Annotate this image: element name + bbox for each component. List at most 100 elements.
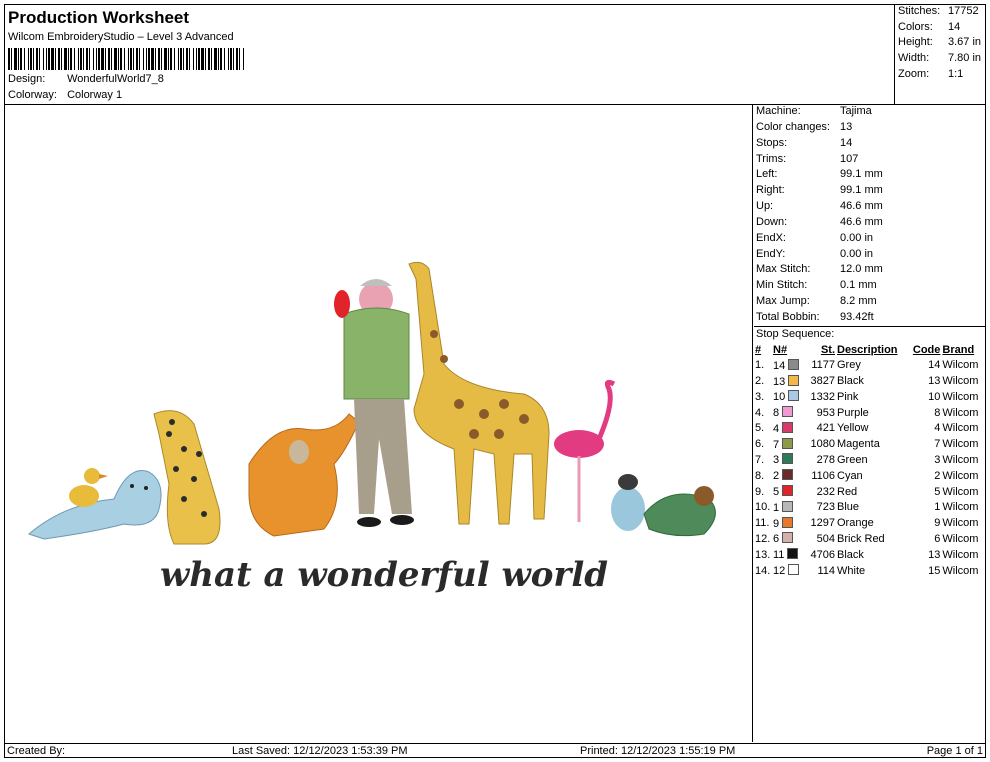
stat-label: Stitches: [898,5,941,17]
row-index: 14. [755,564,771,577]
properties-panel: Machine: Tajima Color changes: 13 Stops: 14… [754,104,986,578]
row-needle: 9 [772,515,804,531]
needle-number: 10 [773,391,786,404]
design-preview: what a wonderful world [4,104,753,742]
stat-row: Stitches: 17752 [895,4,986,20]
row-description: Magenta [837,438,880,451]
barcode-bar [230,48,232,70]
property-label: Max Stitch: [756,263,811,276]
barcode-bar [148,48,150,70]
row-needle: 4 [772,421,804,437]
row-stitches: 232 [816,485,835,498]
row-brand: Wilcom [942,422,979,435]
barcode-bar [98,48,100,70]
barcode-bar [218,48,219,70]
colorway-value: Colorway 1 [67,89,123,101]
table-row: 7. 3 278 Green 3 Wilcom [754,452,985,468]
row-description: Black [837,375,864,387]
barcode-bar [51,48,54,70]
color-swatch [782,485,794,497]
col-index: # [755,343,762,356]
color-swatch [788,564,800,576]
row-code: 10 [928,390,941,403]
color-swatch [782,406,794,418]
row-stitches: 3827 [810,375,835,387]
barcode-bar [180,48,182,70]
property-value: 46.6 mm [840,200,883,213]
row-needle: 10 [772,389,804,405]
row-code: 1 [934,501,941,514]
row-stitches: 1106 [811,469,835,482]
barcode-bar [33,48,34,70]
orangutan-illustration [248,413,360,537]
barcode-bar [136,48,138,70]
row-brand: Wilcom [942,390,979,403]
barcode-bar [178,48,179,70]
barcode-bar [239,48,240,70]
barcode-bar [24,48,25,70]
turtle-illustration [643,486,716,537]
color-swatch [782,516,794,528]
barcode-bar [183,48,184,70]
color-swatch [788,374,800,386]
barcode-bar [8,48,10,70]
row-stitches: 504 [816,532,835,545]
property-value: 8.2 mm [840,295,877,308]
barcode-bar [208,48,210,70]
man-illustration [343,279,414,527]
row-stitches: 953 [816,406,835,419]
needle-number: 5 [773,486,780,499]
property-row: Right: 99.1 mm [754,183,986,199]
needle-number: 14 [773,359,786,372]
property-row: Down: 46.6 mm [754,215,986,231]
needle-number: 2 [773,470,780,483]
parrot-illustration [334,290,350,318]
property-label: EndY: [756,247,786,260]
property-row: Machine: Tajima [754,104,986,120]
stat-label: Width: [898,52,930,65]
barcode-bar [68,48,69,70]
row-code: 4 [934,422,941,435]
table-row: 5. 4 421 Yellow 4 Wilcom [754,421,985,437]
barcode-image [8,48,244,70]
giraffe-illustration [408,261,550,525]
printed-date: Printed: 12/12/2023 1:55:19 PM [580,745,736,757]
property-row: Stops: 14 [754,136,986,152]
table-row: 10. 1 723 Blue 1 Wilcom [754,499,985,515]
row-code: 9 [934,517,941,530]
barcode-bar [83,48,84,70]
barcode-bar [93,48,94,70]
property-label: Down: [756,215,788,228]
property-row: Max Stitch: 12.0 mm [754,262,986,278]
barcode-bar [198,48,200,70]
col-description: Description [837,343,898,356]
property-label: Up: [756,200,774,213]
stat-label: Zoom: [898,67,930,80]
stat-row: Colors: 14 [895,20,986,36]
color-swatch [782,421,794,433]
row-stitches: 1297 [810,517,835,530]
property-label: Trims: [756,152,787,165]
row-index: 4. [755,406,765,419]
stat-row: Width: 7.80 in [895,51,986,67]
row-brand: Wilcom [942,375,979,387]
property-label: Machine: [756,105,801,117]
page-number: Page 1 of 1 [926,745,983,757]
color-swatch [782,437,794,449]
row-description: Brick Red [837,532,885,545]
table-row: 4. 8 953 Purple 8 Wilcom [754,405,985,421]
row-stitches: 1332 [810,390,835,403]
property-value: 12.0 mm [840,263,883,276]
stat-value: 14 [948,20,961,33]
row-brand: Wilcom [942,485,979,498]
row-brand: Wilcom [942,532,979,545]
flamingo-illustration [554,379,616,522]
barcode-bar [64,48,67,70]
row-index: 11. [755,517,770,530]
row-brand: Wilcom [942,359,979,372]
table-row: 2. 13 3827 Black 13 Wilcom [754,373,985,389]
row-brand: Wilcom [942,438,979,451]
worksheet-header: Production Worksheet Wilcom EmbroiderySt… [4,4,895,104]
properties-list: Machine: Tajima Color changes: 13 Stops: 14… [754,104,986,326]
row-brand: Wilcom [942,564,979,577]
